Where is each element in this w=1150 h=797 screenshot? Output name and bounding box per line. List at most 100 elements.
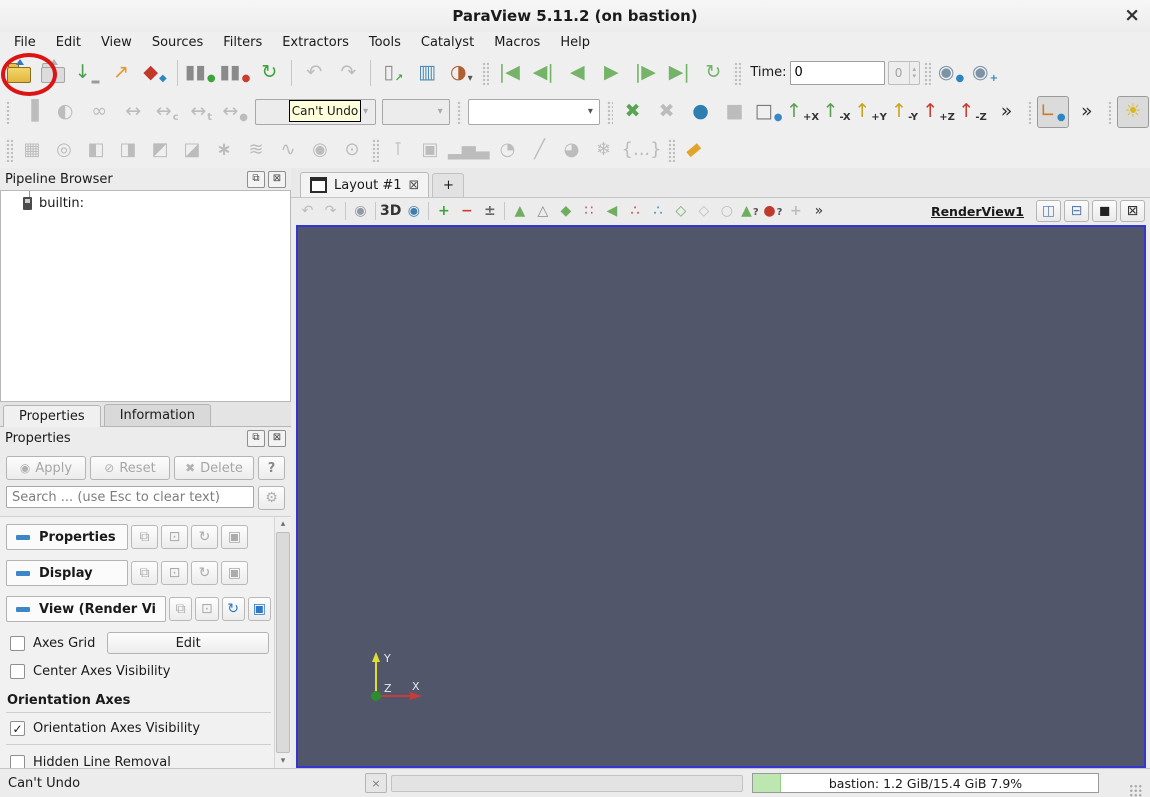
plot-selection-over-time-button[interactable]: ◕ (557, 135, 587, 165)
stream-tracer-filter-button[interactable]: ≋ (241, 135, 271, 165)
camera-undo-button[interactable]: ↶ (296, 199, 319, 223)
light-kit-toggle-button[interactable]: ☀ (1117, 96, 1149, 128)
scrollbar-thumb[interactable] (276, 532, 290, 753)
interactive-select-cells-button[interactable]: ◀ (600, 199, 623, 223)
loop-button[interactable]: ↻ (697, 57, 729, 89)
add-selection-button[interactable]: + (432, 199, 455, 223)
first-frame-button[interactable]: |◀ (493, 57, 525, 89)
undo-button[interactable]: ↶ (298, 57, 330, 89)
camera-add-button[interactable]: ◉+ (969, 57, 1001, 89)
load-state-button[interactable]: ▯↗ (377, 57, 409, 89)
component-combo[interactable]: ▾ (382, 99, 450, 125)
select-cells-on-button[interactable]: ▲ (508, 199, 531, 223)
select-block-button[interactable]: ◇ (692, 199, 715, 223)
ruler-measure-button[interactable]: ▬ (679, 135, 709, 165)
play-button[interactable]: ▶ (595, 57, 627, 89)
zoom-to-data-button[interactable]: ↗ (105, 57, 137, 89)
extract-level-filter-button[interactable]: ⊙ (337, 135, 367, 165)
select-points-on-button[interactable]: △ (531, 199, 554, 223)
pick-center-button[interactable]: ○ (715, 199, 738, 223)
separate-color-map-button[interactable]: ∞ (83, 96, 115, 128)
reload-section-button[interactable]: ↻ (191, 525, 218, 549)
toggle-selection-button[interactable]: ± (478, 199, 501, 223)
render-toolbar-extension-button[interactable]: » (807, 199, 830, 223)
set-view-plus-x-button[interactable]: ↑+X (787, 96, 819, 128)
section-header-button[interactable]: Properties (6, 524, 128, 550)
time-value-input[interactable] (790, 61, 885, 85)
tab-properties[interactable]: Properties (3, 405, 101, 427)
color-palette-dart-button[interactable]: ◆◆ (139, 57, 171, 89)
plot-over-line-button[interactable]: ╱ (525, 135, 555, 165)
menu-extractors[interactable]: Extractors (272, 34, 359, 51)
connect-server-button[interactable]: ▮▮● (184, 57, 217, 89)
save-section-button[interactable]: ▣ (221, 561, 248, 585)
scroll-down-icon[interactable]: ▾ (281, 755, 286, 767)
window-close-button[interactable]: × (1124, 4, 1140, 26)
menu-edit[interactable]: Edit (46, 34, 91, 51)
select-cells-through-button[interactable]: ◆ (554, 199, 577, 223)
select-points-through-button[interactable]: ∷ (577, 199, 600, 223)
rescale-temporal-range-button[interactable]: ↔t (185, 96, 217, 128)
menu-catalyst[interactable]: Catalyst (411, 34, 484, 51)
properties-scrollbar[interactable]: ▴ ▾ (274, 517, 291, 768)
properties-float-button[interactable]: ⧉ (247, 430, 265, 447)
rescale-custom-range-button[interactable]: ↔c (151, 96, 183, 128)
zoom-to-box-render-button[interactable]: ◉ (402, 199, 425, 223)
reset-button[interactable]: ⊘ Reset (90, 456, 170, 480)
axes-grid-edit-button[interactable]: Edit (107, 632, 269, 654)
threshold-filter-button[interactable]: ◩ (145, 135, 175, 165)
split-vertical-button[interactable]: ⊟ (1064, 200, 1089, 222)
probe-location-button[interactable]: ⊺ (383, 135, 413, 165)
search-options-button[interactable]: ⚙ (258, 486, 285, 510)
help-button[interactable]: ? (258, 456, 285, 480)
zoom-camera-to-data-button[interactable]: ✖ (651, 96, 683, 128)
maximize-view-button[interactable]: ◼ (1092, 200, 1117, 222)
hover-cells-button[interactable]: ◇ (669, 199, 692, 223)
camera-redo-button[interactable]: ↷ (319, 199, 342, 223)
copy-section-button[interactable]: ⧉ (169, 597, 192, 621)
save-section-button[interactable]: ▣ (248, 597, 271, 621)
warp-by-vector-filter-button[interactable]: ∿ (273, 135, 303, 165)
zoom-closest-to-data-button[interactable]: ■ (719, 96, 751, 128)
time-index-spinbox[interactable]: 0▴▾ (888, 61, 921, 85)
paste-section-button[interactable]: ⊡ (195, 597, 218, 621)
orientation-axes-toggle-button[interactable]: ∟● (1037, 96, 1069, 128)
resize-grip[interactable] (1129, 784, 1142, 797)
tab-information[interactable]: Information (104, 404, 211, 426)
camera-zoom-button[interactable]: ◉● (935, 57, 967, 89)
glyph-filter-button[interactable]: ∗ (209, 135, 239, 165)
redo-button[interactable]: ↷ (332, 57, 364, 89)
menu-file[interactable]: File (4, 34, 46, 51)
clear-progress-button[interactable]: × (365, 773, 387, 793)
section-header-button[interactable]: Display (6, 560, 128, 586)
capture-screenshot-button[interactable]: ◉ (349, 199, 372, 223)
menu-macros[interactable]: Macros (484, 34, 550, 51)
zoom-to-box-button[interactable]: □● (753, 96, 785, 128)
previous-frame-button[interactable]: ◀| (527, 57, 559, 89)
add-layout-tab-button[interactable]: + (432, 173, 464, 197)
menu-help[interactable]: Help (550, 34, 600, 51)
close-view-button[interactable]: ⊠ (1120, 200, 1145, 222)
paste-section-button[interactable]: ⊡ (161, 525, 188, 549)
save-section-button[interactable]: ▣ (221, 525, 248, 549)
choose-palette-button[interactable]: ◑▾ (445, 57, 477, 89)
python-annotation-button[interactable]: {...} (621, 135, 663, 165)
copy-section-button[interactable]: ⧉ (131, 525, 158, 549)
clear-selection-button[interactable]: + (784, 199, 807, 223)
axes-grid-checkbox[interactable] (10, 636, 25, 651)
query-cells-button[interactable]: ▲? (738, 199, 761, 223)
clip-filter-button[interactable]: ◧ (81, 135, 111, 165)
contour-filter-button[interactable]: ◎ (49, 135, 79, 165)
open-button[interactable] (3, 57, 35, 89)
reset-camera-button[interactable]: ✖ (617, 96, 649, 128)
set-view-minus-x-button[interactable]: ↑-X (821, 96, 853, 128)
extract-selection-button[interactable]: ▣ (415, 135, 445, 165)
menu-sources[interactable]: Sources (142, 34, 213, 51)
group-datasets-filter-button[interactable]: ◉ (305, 135, 335, 165)
axes-toolbar-extension-button[interactable]: » (1071, 96, 1103, 128)
reset-session-button[interactable]: ↻ (253, 57, 285, 89)
pipeline-item-builtin[interactable]: builtin: (1, 196, 290, 211)
plot-over-time-button[interactable]: ◔ (493, 135, 523, 165)
layout-tab[interactable]: Layout #1 ⊠ (300, 172, 429, 197)
query-points-button[interactable]: ●? (761, 199, 784, 223)
